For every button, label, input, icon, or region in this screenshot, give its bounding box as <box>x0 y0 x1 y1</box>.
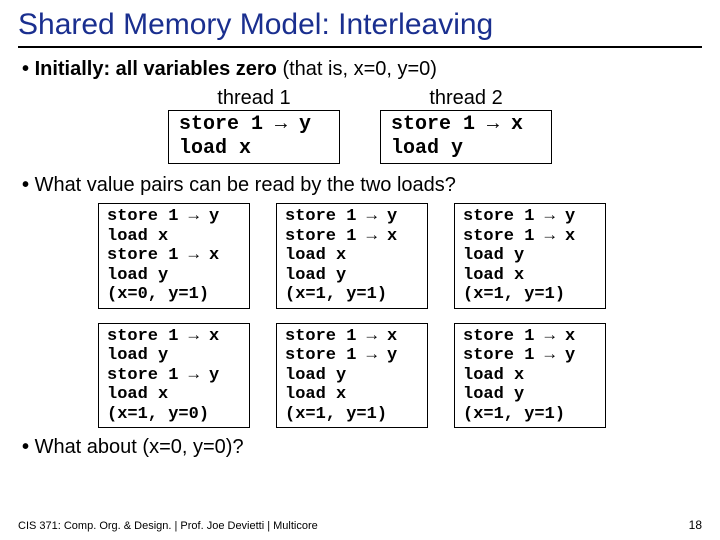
bullet-question: What value pairs can be read by the two … <box>22 174 702 197</box>
slide-title: Shared Memory Model: Interleaving <box>18 8 702 48</box>
grid-cell: store 1 → x store 1 → y load y load x (x… <box>276 323 428 429</box>
thread-2-col: thread 2 store 1 → x load y <box>380 87 552 164</box>
interleavings-grid: store 1 → y load x store 1 → x load y (x… <box>98 203 702 428</box>
grid-cell: store 1 → x store 1 → y load x load y (x… <box>454 323 606 429</box>
thread-2-box: store 1 → x load y <box>380 110 552 164</box>
page-number: 18 <box>689 518 702 532</box>
grid-cell: store 1 → y load x store 1 → x load y (x… <box>98 203 250 309</box>
bullet-initially-rest: (that is, x=0, y=0) <box>282 58 437 80</box>
bullet-question-text: What value pairs can be read by the two … <box>35 174 456 196</box>
grid-row-1: store 1 → x load y store 1 → y load x (x… <box>98 323 702 429</box>
bullet-followup-text: What about (x=0, y=0)? <box>35 436 244 458</box>
grid-cell: store 1 → y store 1 → x load x load y (x… <box>276 203 428 309</box>
grid-row-0: store 1 → y load x store 1 → x load y (x… <box>98 203 702 309</box>
thread-1-box: store 1 → y load x <box>168 110 340 164</box>
grid-cell: store 1 → y store 1 → x load y load x (x… <box>454 203 606 309</box>
thread-2-head: thread 2 <box>380 87 552 110</box>
bullet-initially: Initially: all variables zero (that is, … <box>22 58 702 81</box>
threads-row: thread 1 store 1 → y load x thread 2 sto… <box>18 87 702 164</box>
slide: Shared Memory Model: Interleaving Initia… <box>0 0 720 540</box>
grid-cell: store 1 → x load y store 1 → y load x (x… <box>98 323 250 429</box>
bullet-followup: What about (x=0, y=0)? <box>22 436 702 459</box>
slide-footer: CIS 371: Comp. Org. & Design. | Prof. Jo… <box>18 520 318 532</box>
thread-1-col: thread 1 store 1 → y load x <box>168 87 340 164</box>
thread-1-head: thread 1 <box>168 87 340 110</box>
bullet-initially-bold: Initially: all variables zero <box>35 58 283 80</box>
